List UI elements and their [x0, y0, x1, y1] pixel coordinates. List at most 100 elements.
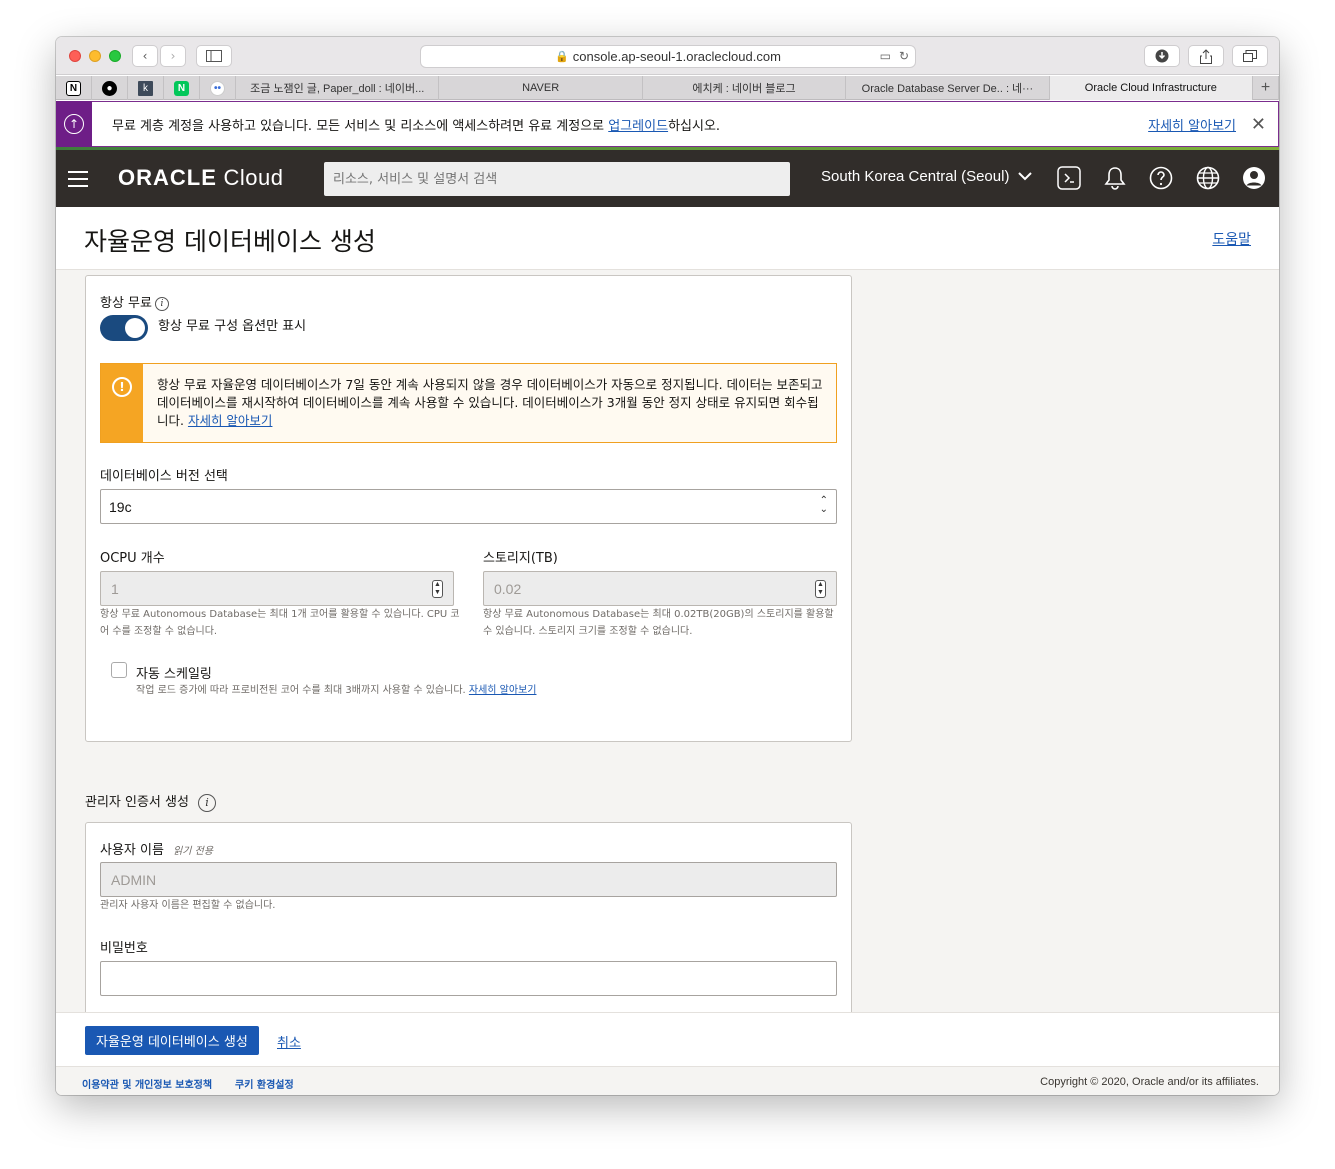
browser-tab-active[interactable]: Oracle Cloud Infrastructure — [1049, 76, 1254, 100]
username-value: ADMIN — [111, 872, 157, 888]
profile-button[interactable] — [1242, 166, 1266, 190]
password-input[interactable] — [100, 961, 837, 996]
bookmark-github[interactable]: ● — [92, 76, 128, 100]
console-header: ORACLE Cloud South Korea Central (Seoul) — [56, 150, 1279, 207]
terminal-icon — [1057, 166, 1081, 190]
help-link[interactable]: 도움말 — [1212, 229, 1251, 249]
username-hint: 관리자 사용자 이름은 편집할 수 없습니다. — [100, 900, 276, 911]
cancel-link[interactable]: 취소 — [277, 1032, 301, 1051]
info-icon[interactable]: i — [197, 793, 216, 812]
notice-icon-strip: ↑ — [56, 101, 92, 147]
notifications-button[interactable] — [1103, 166, 1127, 190]
globe-icon — [1196, 166, 1220, 190]
form-content[interactable]: 항상 무료 i 항상 무료 구성 옵션만 표시 ! 항상 무료 자율운영 데이터베… — [56, 270, 1279, 1012]
notice-text-after: 하십시오. — [668, 118, 721, 134]
oracle-cloud-logo[interactable]: ORACLE Cloud — [118, 165, 284, 191]
page-title: 자율운영 데이터베이스 생성 — [84, 227, 376, 256]
new-tab-button[interactable]: + — [1253, 76, 1279, 100]
chevron-right-icon: › — [170, 49, 176, 63]
user-avatar-icon — [1243, 167, 1265, 189]
dots-icon: •• — [210, 80, 225, 96]
help-circle-icon — [1149, 166, 1173, 190]
bell-icon — [1104, 167, 1126, 190]
stepper-icon[interactable]: ▲ ▼ — [432, 580, 443, 598]
username-input: ADMIN — [100, 862, 837, 897]
reader-icon[interactable]: ▭ — [880, 49, 891, 63]
close-window-button[interactable] — [69, 50, 81, 62]
tab-label: Oracle Cloud Infrastructure — [1084, 82, 1217, 94]
auto-scaling-checkbox[interactable] — [111, 662, 127, 678]
browser-window: ‹ › 🔒 console.ap-seoul-1.oraclecloud.com… — [56, 37, 1279, 1095]
notice-text-before: 무료 계층 계정을 사용하고 있습니다. 모든 서비스 및 리소스에 액세스하려… — [112, 118, 609, 134]
db-version-select[interactable]: 19c ⌃ ⌄ — [100, 489, 837, 524]
region-label: South Korea Central (Seoul) — [821, 168, 1010, 185]
region-selector[interactable]: South Korea Central (Seoul) — [821, 168, 1032, 185]
storage-hint: 항상 무료 Autonomous Database는 최대 0.02TB(20G… — [483, 609, 834, 637]
warning-icon: ! — [112, 377, 132, 397]
reload-icon[interactable]: ↻ — [899, 49, 909, 63]
terms-privacy-link[interactable]: 이용약관 및 개인정보 보호정책 — [82, 1076, 212, 1091]
always-free-label-text: 항상 무료 — [100, 296, 152, 311]
db-version-value: 19c — [109, 499, 132, 515]
storage-input[interactable]: 0.02 ▲ ▼ — [483, 571, 837, 606]
auto-scaling-label: 자동 스케일링 — [136, 667, 212, 682]
share-button[interactable] — [1188, 45, 1224, 67]
logo-product: Cloud — [223, 165, 284, 190]
tab-label: 에치케 : 네이버 블로그 — [692, 83, 796, 95]
username-label-text: 사용자 이름 — [100, 843, 164, 858]
stepper-icon[interactable]: ▲ ▼ — [815, 580, 826, 598]
form-action-bar: 자율운영 데이터베이스 생성 취소 — [56, 1012, 1279, 1066]
ocpu-hint: 항상 무료 Autonomous Database는 최대 1개 코어를 활용할… — [100, 609, 460, 637]
tab-label: Oracle Database Server De.. : 네··· — [861, 83, 1034, 95]
page-footer: 이용약관 및 개인정보 보호정책 쿠키 환경설정 Copyright © 202… — [56, 1066, 1279, 1095]
bookmark-k[interactable]: k — [128, 76, 164, 100]
forward-button[interactable]: › — [160, 45, 186, 67]
page-header: 자율운영 데이터베이스 생성 도움말 — [56, 207, 1279, 270]
ocpu-count-input[interactable]: 1 ▲ ▼ — [100, 571, 454, 606]
bookmark-app[interactable]: •• — [200, 76, 236, 100]
always-free-toggle-label: 항상 무료 구성 옵션만 표시 — [158, 319, 307, 334]
chevron-down-icon — [1017, 172, 1032, 181]
create-database-button[interactable]: 자율운영 데이터베이스 생성 — [85, 1026, 259, 1055]
always-free-toggle[interactable] — [100, 315, 148, 341]
storage-label: 스토리지(TB) — [483, 551, 558, 566]
inactivity-warning: ! 항상 무료 자율운영 데이터베이스가 7일 동안 계속 사용되지 않을 경우… — [100, 363, 837, 443]
console-search-input[interactable] — [324, 162, 790, 196]
minimize-window-button[interactable] — [89, 50, 101, 62]
browser-tab[interactable]: Oracle Database Server De.. : 네··· — [846, 76, 1050, 100]
notice-learn-more-link[interactable]: 자세히 알아보기 — [1148, 115, 1236, 134]
bookmark-notion[interactable]: N — [56, 76, 92, 100]
cookie-preferences-link[interactable]: 쿠키 환경설정 — [235, 1076, 294, 1091]
auto-scaling-learn-more-link[interactable]: 자세히 알아보기 — [469, 685, 537, 696]
warning-text: 항상 무료 자율운영 데이터베이스가 7일 동안 계속 사용되지 않을 경우 데… — [157, 376, 825, 430]
bookmark-naver[interactable]: N — [164, 76, 200, 100]
info-icon[interactable]: i — [154, 296, 169, 311]
browser-tab[interactable]: 에치케 : 네이버 블로그 — [643, 76, 847, 100]
password-label: 비밀번호 — [100, 941, 148, 956]
always-free-label: 항상 무료 i — [100, 292, 169, 311]
ocpu-value: 1 — [111, 581, 119, 597]
browser-tab-bar: N ● k N •• 조금 노잼인 글, Paper_doll : 네이버...… — [56, 76, 1279, 100]
upgrade-link[interactable]: 업그레이드 — [608, 119, 668, 134]
help-button[interactable] — [1149, 166, 1173, 190]
back-button[interactable]: ‹ — [132, 45, 158, 67]
address-bar[interactable]: 🔒 console.ap-seoul-1.oraclecloud.com ▭ ↻ — [420, 45, 916, 68]
zoom-window-button[interactable] — [109, 50, 121, 62]
downloads-button[interactable] — [1144, 45, 1180, 67]
chevron-left-icon: ‹ — [142, 49, 148, 63]
browser-tab[interactable]: NAVER — [439, 76, 643, 100]
browser-tab[interactable]: 조금 노잼인 글, Paper_doll : 네이버... — [236, 76, 440, 100]
cloud-shell-button[interactable] — [1057, 166, 1081, 190]
storage-value: 0.02 — [494, 581, 522, 597]
tabs-overview-button[interactable] — [1232, 45, 1268, 67]
sidebar-button[interactable] — [196, 45, 232, 67]
notice-close-icon[interactable]: ✕ — [1251, 114, 1266, 135]
lock-icon: 🔒 — [555, 51, 569, 63]
language-button[interactable] — [1196, 166, 1220, 190]
free-tier-notice: ↑ 무료 계층 계정을 사용하고 있습니다. 모든 서비스 및 리소스에 액세스… — [56, 101, 1279, 147]
db-version-label: 데이터베이스 버전 선택 — [100, 469, 228, 484]
plus-icon: + — [1260, 79, 1271, 96]
warning-learn-more-link[interactable]: 자세히 알아보기 — [188, 413, 272, 428]
auto-scaling-hint: 작업 로드 증가에 따라 프로비전된 코어 수를 최대 3배까지 사용할 수 있… — [136, 682, 836, 699]
hamburger-menu-icon[interactable] — [68, 171, 88, 192]
